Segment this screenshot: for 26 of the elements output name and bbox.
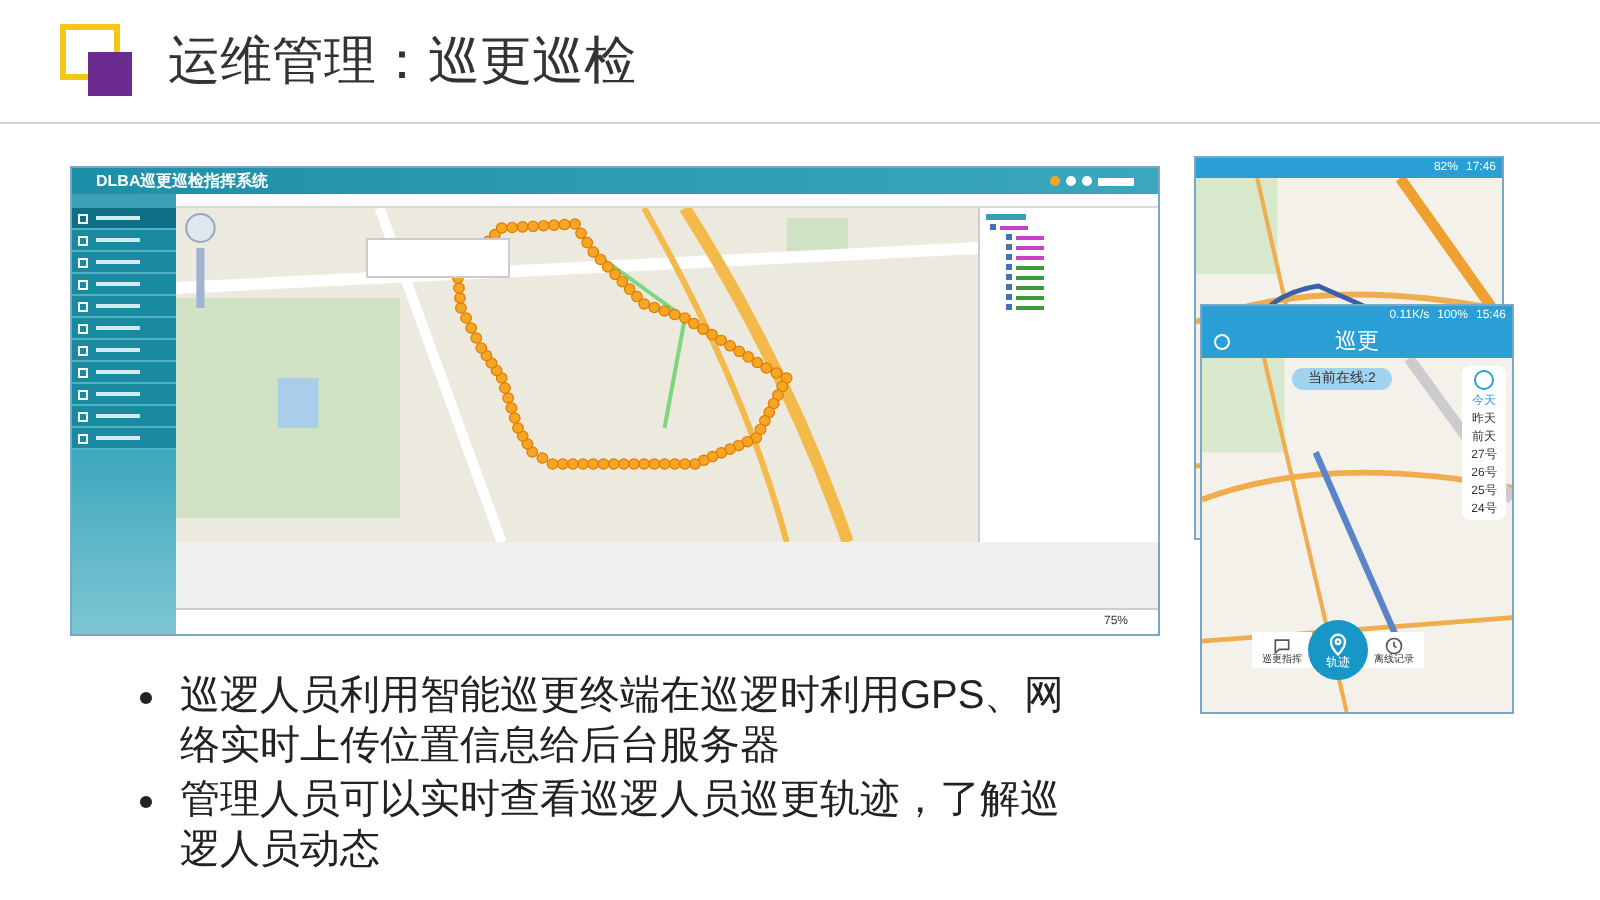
slide-title: 运维管理：巡更巡检 <box>168 28 636 94</box>
menu-item[interactable] <box>72 230 176 252</box>
bullet-text: 巡逻人员利用智能巡更终端在巡逻时利用GPS、网络实时上传位置信息给后台服务器 <box>180 672 1067 772</box>
info-popup <box>366 238 510 278</box>
sidebar-header <box>72 194 176 208</box>
bullet-icon <box>140 796 152 808</box>
toolbar-icons[interactable] <box>1050 176 1134 186</box>
screen-title: 巡更 <box>1335 331 1379 353</box>
menu-item[interactable] <box>72 252 176 274</box>
menu-item[interactable] <box>72 384 176 406</box>
menu-item[interactable] <box>72 318 176 340</box>
app-title: DLBA巡更巡检指挥系统 <box>96 173 269 189</box>
bullet-icon <box>140 692 152 704</box>
chat-icon <box>1272 635 1292 655</box>
menu-item[interactable] <box>72 406 176 428</box>
bullet-text: 管理人员可以实时查看巡逻人员巡更轨迹，了解巡逻人员动态 <box>180 776 1062 876</box>
location-pin-icon <box>1324 630 1352 658</box>
clock-icon[interactable] <box>1474 370 1494 390</box>
clock-icon <box>1384 635 1404 655</box>
menu-item[interactable] <box>72 208 176 230</box>
menu-item[interactable] <box>72 428 176 450</box>
menu-item[interactable] <box>72 274 176 296</box>
menu-item[interactable] <box>72 340 176 362</box>
menu-item[interactable] <box>72 362 176 384</box>
menu-item[interactable] <box>72 296 176 318</box>
back-icon[interactable] <box>1214 334 1230 350</box>
